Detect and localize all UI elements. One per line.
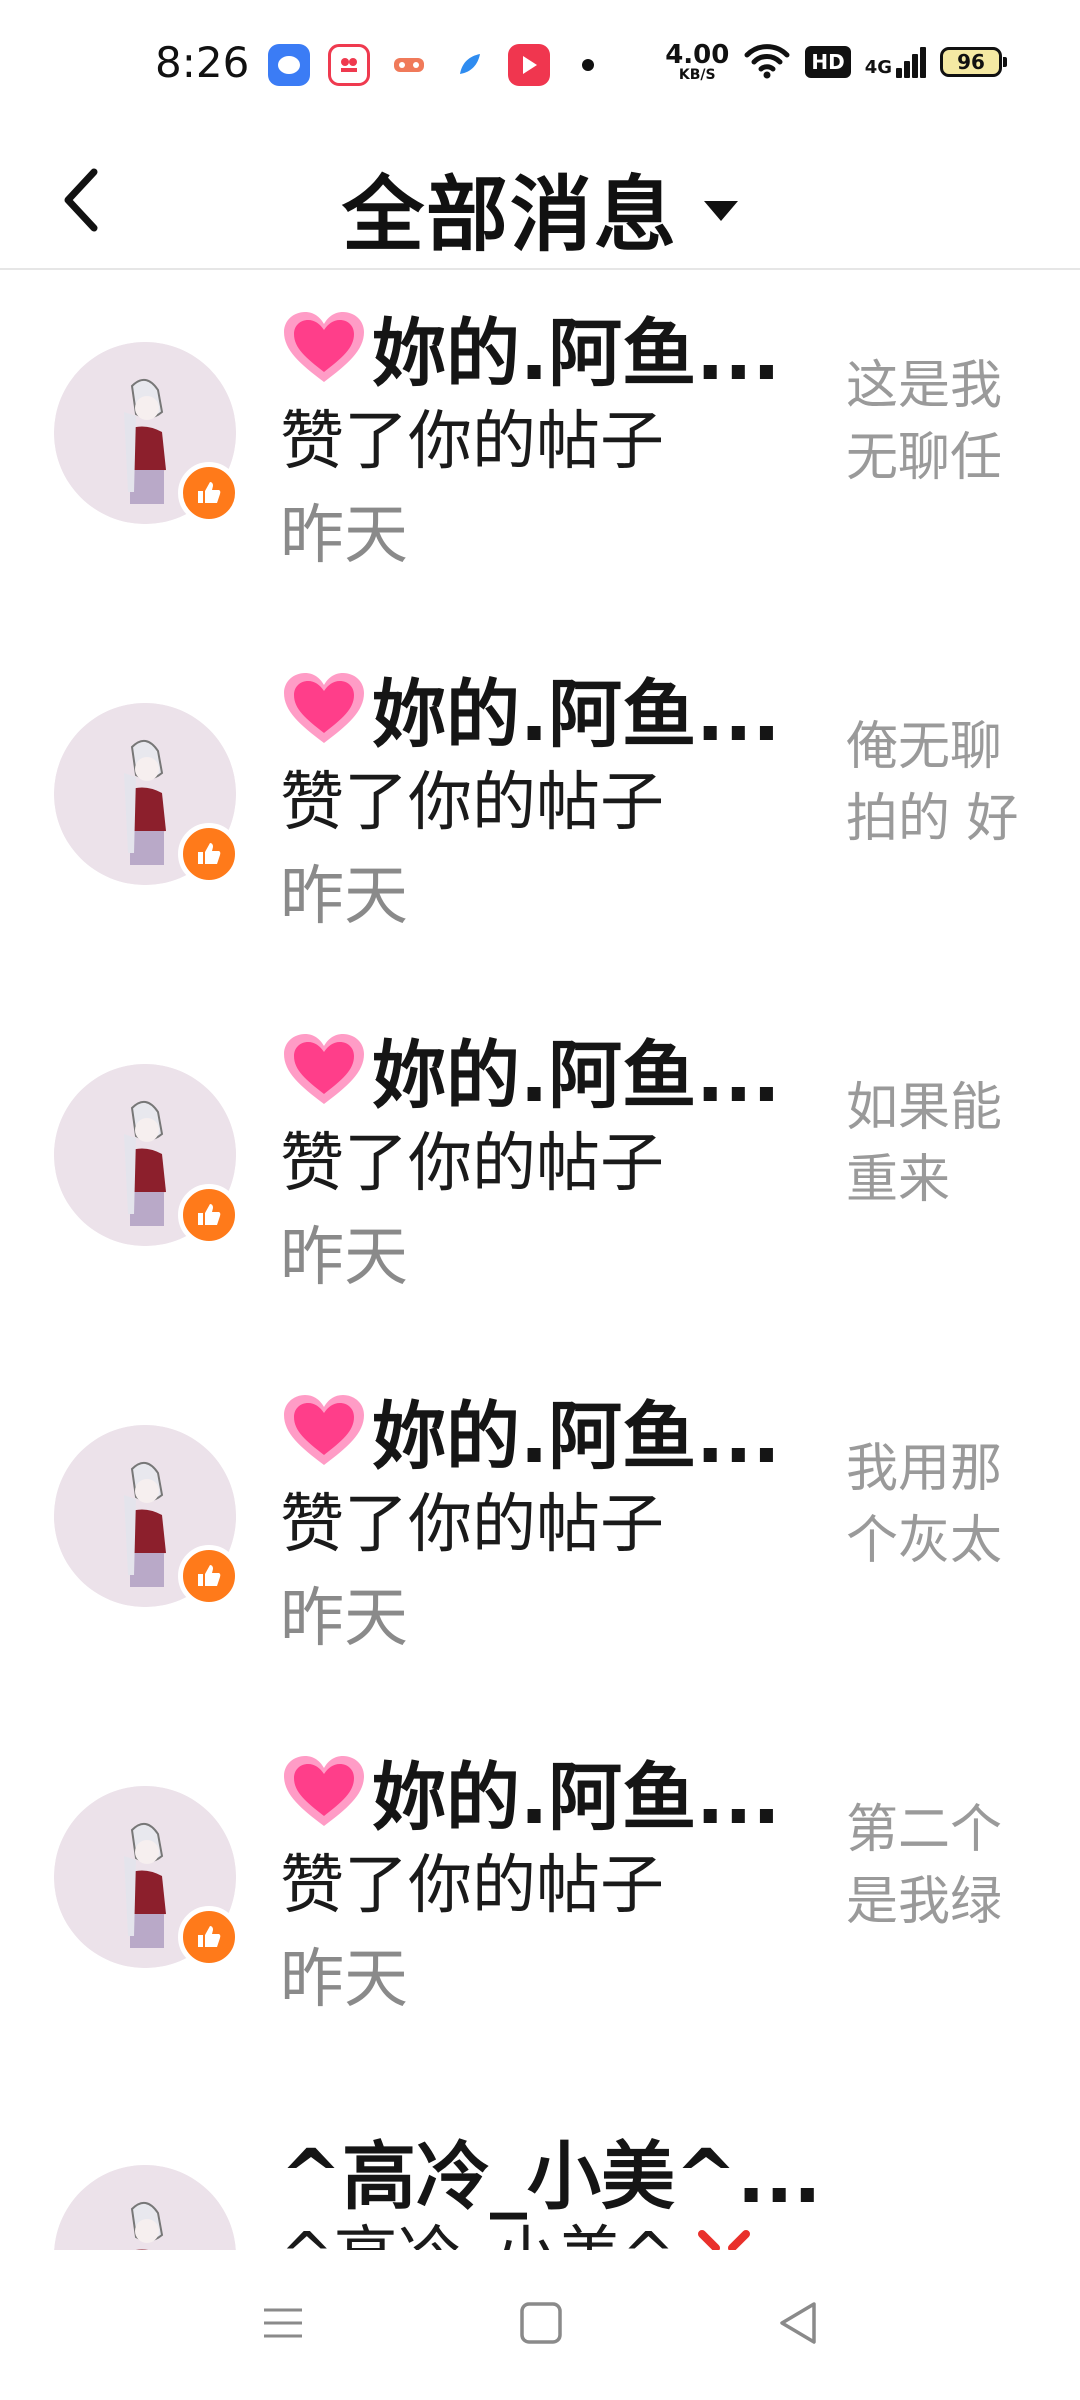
caret-down-icon [704,200,738,221]
notification-action: ^高冷_小美^ [280,2205,752,2250]
video-notification-icon [508,44,550,86]
heart-icon [284,1394,364,1465]
post-preview[interactable]: 第二个是我绿了是 [846,1794,1026,1940]
post-preview[interactable]: 这是我无聊任务就 [846,350,1026,496]
notification-item[interactable]: 妳的.阿鱼... 赞了你的帖子 昨天 这是我无聊任务就 [0,272,1080,633]
thumbs-up-icon [178,1545,240,1607]
sender-name[interactable]: 妳的.阿鱼... [372,1016,780,1123]
name-line: 妳的.阿鱼... [280,294,780,401]
notification-action: 赞了你的帖子 [280,1488,664,1562]
notification-item[interactable]: 妳的.阿鱼... 赞了你的帖子 昨天 我用那个灰太狼就 [0,1355,1080,1716]
angry-emoji-icon [697,2230,750,2250]
heart-icon [284,1033,364,1104]
notification-time: 昨天 [280,1221,408,1295]
notification-item[interactable]: 妳的.阿鱼... 赞了你的帖子 昨天 第二个是我绿了是 [0,1716,1080,2077]
name-line: 妳的.阿鱼... [280,655,780,762]
name-line: 妳的.阿鱼... [280,1377,780,1484]
battery-level: 96 [957,50,985,74]
name-line: 妳的.阿鱼... [280,1016,780,1123]
system-indicators: 4.00 KB/S HD 4G 96 [665,42,1007,82]
messages-screen: 8:26 4.00 KB/S HD 4G 96 全部消息 妳的.阿鱼... 赞了… [0,0,1080,2400]
app-notification-icon [268,44,310,86]
notification-list[interactable]: 妳的.阿鱼... 赞了你的帖子 昨天 这是我无聊任务就 [0,272,1080,2250]
notification-time: 昨天 [280,860,408,934]
notification-item[interactable]: 妳的.阿鱼... 赞了你的帖子 昨天 俺无聊拍的 好看吗 [0,633,1080,994]
action-text: ^高冷_小美^ [280,2220,675,2250]
post-preview[interactable]: 我用那个灰太狼就 [846,1433,1026,1579]
page-title: 全部消息 [341,168,678,263]
game-notification-icon [388,44,430,86]
notification-item[interactable]: 妳的.阿鱼... 赞了你的帖子 昨天 如果能重来 [0,994,1080,1355]
feather-notification-icon [448,44,490,86]
signal-label: 4G [864,56,892,78]
battery-icon: 96 [940,47,1007,77]
anime-character-avatar [54,2165,236,2250]
app-notification-icon [328,44,370,86]
header: 全部消息 [0,130,1080,270]
heart-icon [284,1755,364,1826]
sender-name[interactable]: 妳的.阿鱼... [372,1377,780,1484]
thumbs-up-icon [178,1184,240,1246]
message-filter-dropdown[interactable]: 全部消息 [0,148,1080,267]
triangle-back-icon[interactable] [774,2298,824,2348]
net-speed: 4.00 KB/S [665,42,729,82]
sender-name[interactable]: 妳的.阿鱼... [372,655,780,762]
net-speed-unit: KB/S [678,67,716,83]
notification-time: 昨天 [280,499,408,573]
more-notifications-dot [582,59,594,71]
notification-item[interactable]: ^高冷_小美^... ^高冷_小美^ [0,2077,1080,2250]
sender-name[interactable]: 妳的.阿鱼... [372,1738,780,1845]
post-preview[interactable]: 如果能重来 [846,1072,1026,1218]
thumbs-up-icon [178,462,240,524]
sender-name[interactable]: 妳的.阿鱼... [372,294,780,401]
notification-action: 赞了你的帖子 [280,766,664,840]
hd-badge: HD [805,46,851,78]
notification-time: 昨天 [280,1943,408,2017]
thumbs-up-icon [178,1906,240,1968]
status-time: 8:26 [155,38,250,87]
post-preview[interactable]: 俺无聊拍的 好看吗 [846,711,1026,857]
status-bar: 8:26 4.00 KB/S HD 4G 96 [0,0,1080,130]
heart-icon [284,672,364,743]
heart-icon [284,311,364,382]
avatar[interactable] [54,2165,236,2250]
signal-icon: 4G [864,46,926,78]
square-icon[interactable] [516,2298,566,2348]
notification-action: 赞了你的帖子 [280,1849,664,1923]
notification-time: 昨天 [280,1582,408,1656]
notification-icons [268,44,594,86]
system-nav-bar [0,2250,1080,2400]
notification-action: 赞了你的帖子 [280,1127,664,1201]
menu-icon[interactable] [258,2298,308,2348]
thumbs-up-icon [178,823,240,885]
notification-action: 赞了你的帖子 [280,405,664,479]
net-speed-value: 4.00 [665,40,730,70]
wifi-icon [744,44,790,79]
name-line: 妳的.阿鱼... [280,1738,780,1845]
